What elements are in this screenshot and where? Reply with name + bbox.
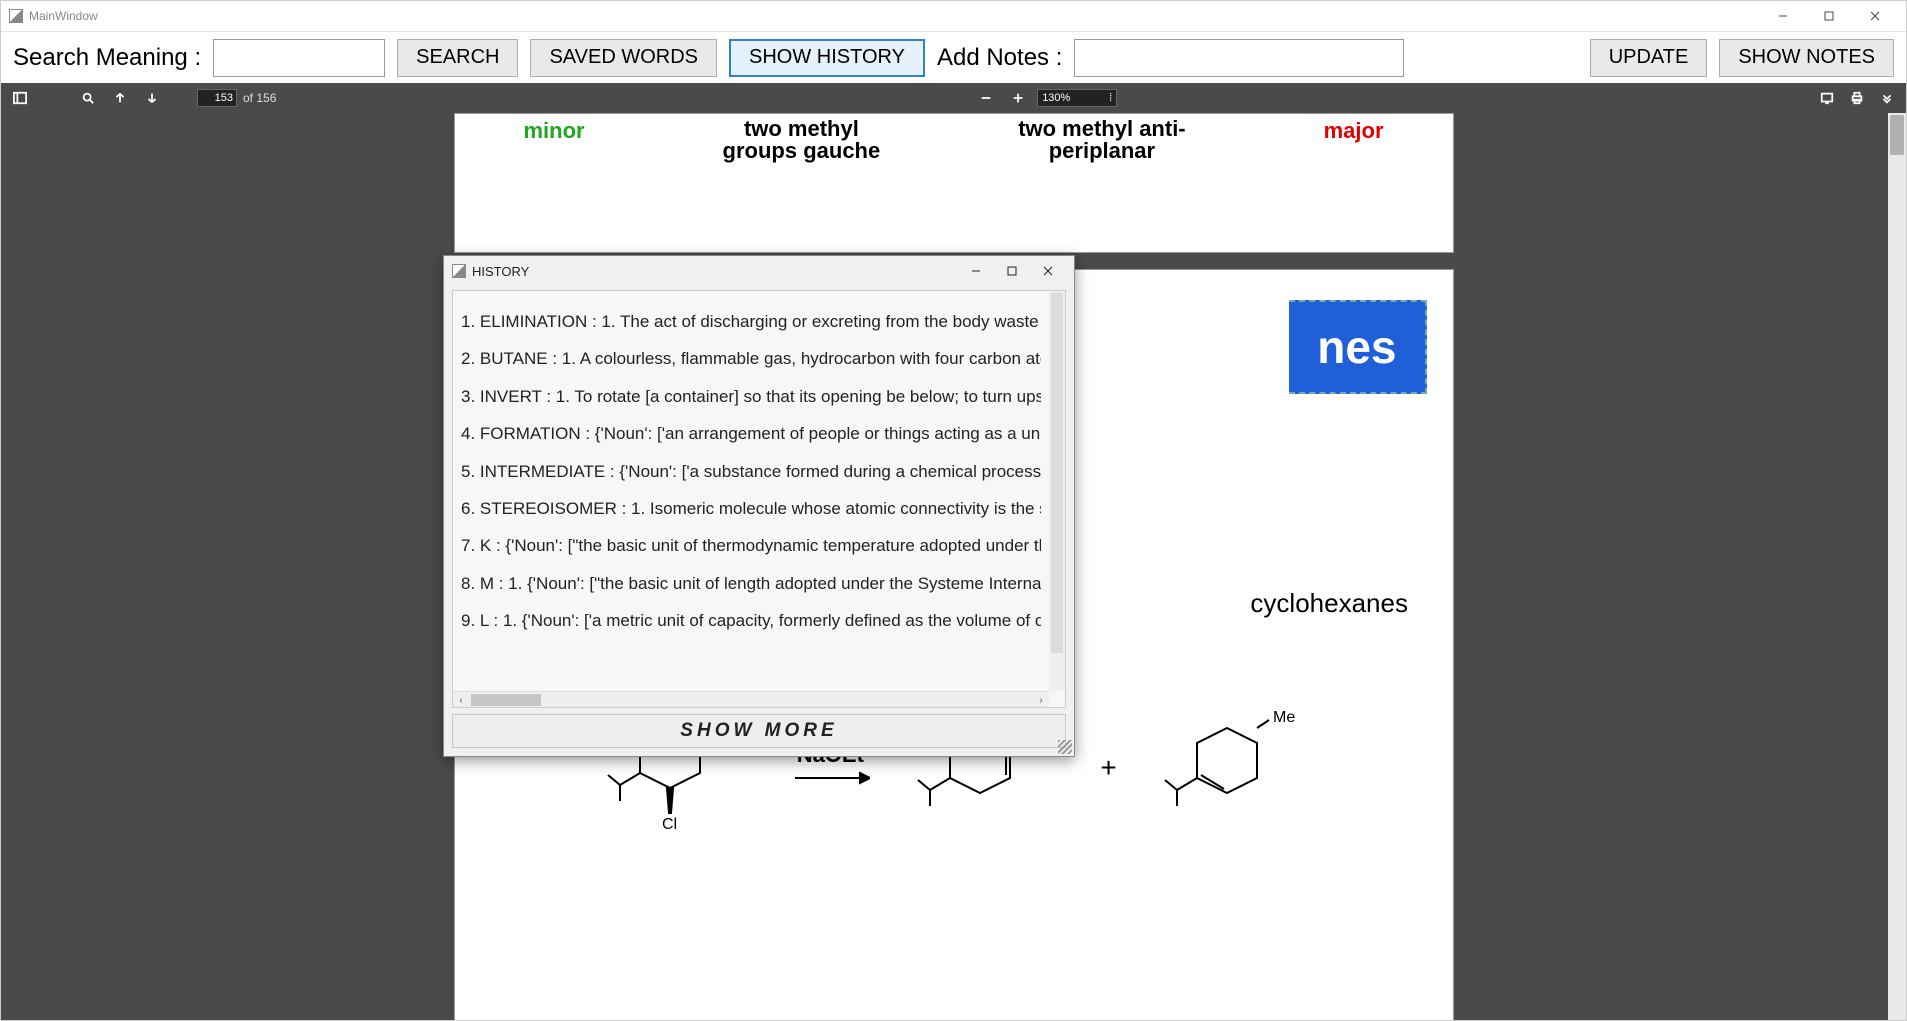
main-titlebar: MainWindow — [1, 1, 1906, 31]
find-icon[interactable] — [75, 85, 101, 111]
zoom-value: 130% — [1042, 92, 1070, 104]
label-gauche: two methyl groups gauche — [723, 118, 881, 162]
minimize-button[interactable] — [1760, 1, 1806, 31]
tools-chevron-icon[interactable] — [1874, 85, 1900, 111]
scrollbar-thumb[interactable] — [1051, 293, 1063, 653]
show-more-button[interactable]: SHOW MORE — [452, 714, 1066, 748]
history-body: 1. ELIMINATION : 1. The act of dischargi… — [452, 290, 1066, 708]
saved-words-button[interactable]: SAVED WORDS — [530, 39, 717, 77]
history-item[interactable]: 6. STEREOISOMER : 1. Isomeric molecule w… — [461, 490, 1041, 527]
zoom-out-icon[interactable] — [973, 85, 999, 111]
scrollbar-thumb[interactable] — [1890, 115, 1904, 155]
history-item[interactable]: 1. ELIMINATION : 1. The act of dischargi… — [461, 303, 1041, 340]
history-dialog: HISTORY 1. ELIMINATION : 1. The act of d… — [443, 255, 1075, 757]
zoom-select[interactable]: 130% ⁞ — [1037, 89, 1117, 107]
maximize-button[interactable] — [1806, 1, 1852, 31]
history-item[interactable]: 9. L : 1. {'Noun': ['a metric unit of ca… — [461, 602, 1041, 639]
presentation-icon[interactable] — [1814, 85, 1840, 111]
sidebar-toggle-icon[interactable] — [7, 85, 33, 111]
history-item[interactable]: 8. M : 1. {'Noun': ["the basic unit of l… — [461, 565, 1041, 602]
zoom-in-icon[interactable] — [1005, 85, 1031, 111]
label-minor: minor — [523, 118, 584, 144]
viewer-scrollbar[interactable] — [1888, 113, 1906, 1020]
pdf-viewer[interactable]: minor two methyl groups gauche two methy… — [1, 113, 1906, 1020]
update-button[interactable]: UPDATE — [1590, 39, 1708, 77]
page-number-input[interactable] — [197, 89, 237, 107]
history-item[interactable]: 3. INVERT : 1. To rotate [a container] s… — [461, 378, 1041, 415]
history-titlebar[interactable]: HISTORY — [444, 256, 1074, 286]
close-button[interactable] — [1852, 1, 1898, 31]
plus-sign: + — [1100, 752, 1116, 784]
history-title: HISTORY — [472, 264, 529, 279]
scrollbar-thumb[interactable] — [471, 694, 541, 706]
svg-text:Cl: Cl — [662, 816, 677, 833]
search-input[interactable] — [213, 39, 385, 77]
page-heading-right: nes — [1289, 300, 1426, 394]
page-down-icon[interactable] — [139, 85, 165, 111]
pdf-toolbar: of 156 130% ⁞ — [1, 83, 1906, 113]
label-major: major — [1324, 118, 1384, 144]
svg-text:Me: Me — [1273, 709, 1295, 726]
app-icon — [9, 9, 23, 23]
notes-input[interactable] — [1074, 39, 1404, 77]
window-title: MainWindow — [29, 9, 98, 23]
show-history-button[interactable]: SHOW HISTORY — [729, 39, 925, 77]
history-item[interactable]: 7. K : {'Noun': ["the basic unit of ther… — [461, 527, 1041, 564]
scroll-right-icon[interactable]: › — [1033, 692, 1049, 708]
page-total-label: of 156 — [243, 91, 276, 105]
pdf-page-prev: minor two methyl groups gauche two methy… — [454, 113, 1454, 253]
chevron-updown-icon: ⁞ — [1109, 92, 1112, 104]
history-list[interactable]: 1. ELIMINATION : 1. The act of dischargi… — [453, 291, 1049, 691]
history-maximize-button[interactable] — [994, 257, 1030, 285]
history-item[interactable]: 5. INTERMEDIATE : {'Noun': ['a substance… — [461, 453, 1041, 490]
history-item[interactable]: 4. FORMATION : {'Noun': ['an arrangement… — [461, 415, 1041, 452]
search-button[interactable]: SEARCH — [397, 39, 518, 77]
resize-grip[interactable] — [1058, 740, 1072, 754]
page-up-icon[interactable] — [107, 85, 133, 111]
history-hscroll[interactable]: ‹ › — [453, 691, 1049, 707]
history-item[interactable]: 2. BUTANE : 1. A colourless, flammable g… — [461, 340, 1041, 377]
dialog-app-icon — [452, 264, 466, 278]
scroll-left-icon[interactable]: ‹ — [453, 692, 469, 708]
label-antiperiplanar: two methyl anti- periplanar — [1018, 118, 1185, 162]
app-toolbar: Search Meaning : SEARCH SAVED WORDS SHOW… — [1, 31, 1906, 83]
molecule-product-2: Me — [1157, 708, 1307, 828]
add-notes-label: Add Notes : — [937, 44, 1062, 72]
show-notes-button[interactable]: SHOW NOTES — [1719, 39, 1894, 77]
search-meaning-label: Search Meaning : — [13, 44, 201, 72]
history-minimize-button[interactable] — [958, 257, 994, 285]
print-icon[interactable] — [1844, 85, 1870, 111]
history-vscroll[interactable] — [1049, 291, 1065, 691]
history-close-button[interactable] — [1030, 257, 1066, 285]
main-window: MainWindow Search Meaning : SEARCH SAVED… — [0, 0, 1907, 1021]
